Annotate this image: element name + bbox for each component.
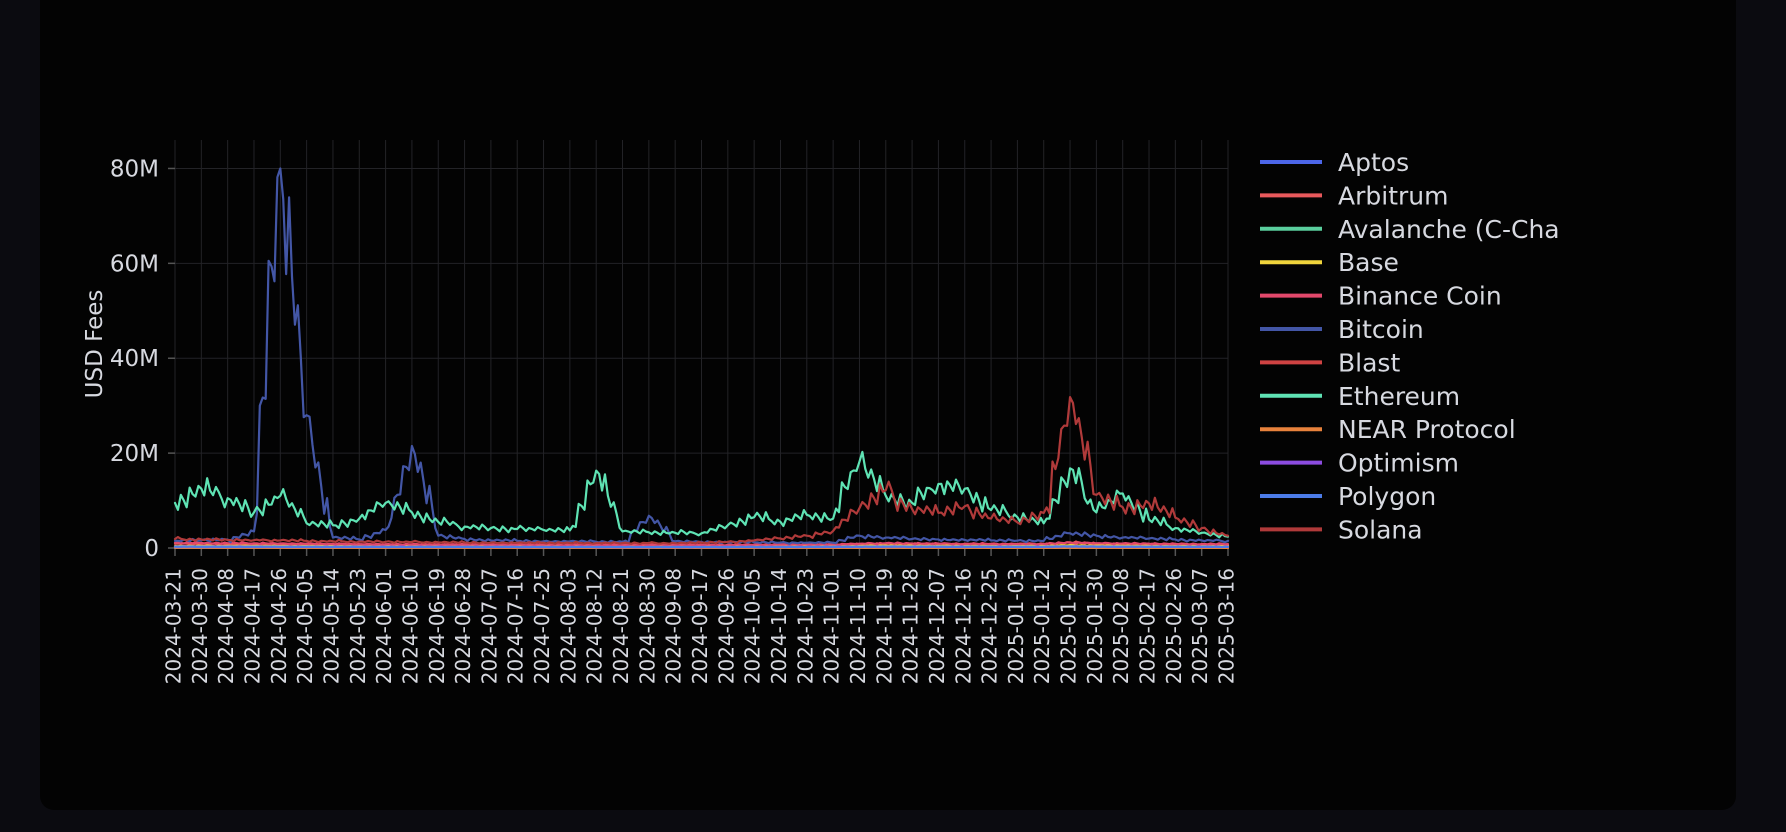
x-tick-label: 2024-12-16 [951, 568, 975, 684]
legend-label: Solana [1338, 515, 1423, 544]
legend-item-arbitrum[interactable]: Arbitrum [1260, 181, 1448, 210]
x-tick-label: 2025-01-21 [1057, 568, 1081, 684]
legend-item-base[interactable]: Base [1260, 248, 1399, 277]
x-tick-label: 2024-08-12 [583, 568, 607, 684]
x-tick-label: 2024-11-10 [846, 568, 870, 684]
y-axis-ticks: 0 20M 40M 60M 80M [110, 156, 175, 562]
legend-item-optimism[interactable]: Optimism [1260, 449, 1459, 478]
legend-item-binance-coin[interactable]: Binance Coin [1260, 282, 1502, 311]
x-tick-label: 2024-09-17 [688, 568, 712, 684]
legend-label: Arbitrum [1338, 181, 1448, 210]
legend-label: Optimism [1338, 449, 1459, 478]
legend-label: Binance Coin [1338, 282, 1502, 311]
x-tick-label: 2024-11-28 [899, 568, 923, 684]
legend-label: Base [1338, 248, 1399, 277]
legend-label: NEAR Protocol [1338, 415, 1516, 444]
legend-item-near-protocol[interactable]: NEAR Protocol [1260, 415, 1516, 444]
x-tick-label: 2024-12-25 [978, 568, 1002, 684]
x-tick-label: 2024-06-10 [398, 568, 422, 684]
x-tick-label: 2024-03-21 [162, 568, 186, 684]
x-tick-label: 2024-08-03 [556, 568, 580, 684]
legend-item-blast[interactable]: Blast [1260, 348, 1400, 377]
x-tick-label: 2024-11-01 [820, 568, 844, 684]
page-root: 0 20M 40M 60M 80M 2024-03-21 2024-03-30 2024-0… [0, 0, 1786, 832]
x-axis-ticks: 2024-03-21 2024-03-30 2024-04-08 2024-04-17… [162, 548, 1239, 684]
legend-item-ethereum[interactable]: Ethereum [1260, 382, 1460, 411]
x-tick-label: 2024-05-05 [293, 568, 317, 684]
x-tick-label: 2025-03-07 [1188, 568, 1212, 684]
x-tick-label: 2024-08-21 [609, 568, 633, 684]
y-tick-label: 80M [110, 156, 159, 182]
x-tick-label: 2024-09-26 [714, 568, 738, 684]
chart-legend[interactable]: Aptos Arbitrum Avalanche (C-Cha Base Binance… [1260, 148, 1560, 544]
legend-item-polygon[interactable]: Polygon [1260, 482, 1436, 511]
x-tick-label: 2024-12-07 [925, 568, 949, 684]
x-tick-label: 2024-09-08 [662, 568, 686, 684]
x-tick-label: 2024-07-25 [530, 568, 554, 684]
x-tick-label: 2024-07-16 [504, 568, 528, 684]
legend-label: Polygon [1338, 482, 1436, 511]
chart-card: 0 20M 40M 60M 80M 2024-03-21 2024-03-30 2024-0… [40, 0, 1736, 810]
legend-label: Ethereum [1338, 382, 1460, 411]
legend-item-aptos[interactable]: Aptos [1260, 148, 1409, 177]
fees-line-chart[interactable]: 020M40M60M80M 2024-03-21 2024-03-30 2024-0… [40, 0, 1736, 810]
gridlines [174, 140, 1229, 549]
series-line-polygon [173, 545, 1230, 549]
x-tick-label: 2025-02-17 [1136, 568, 1160, 684]
legend-label: Avalanche (C-Cha [1338, 215, 1560, 244]
legend-label: Bitcoin [1338, 315, 1424, 344]
x-tick-label: 2025-01-12 [1030, 568, 1054, 684]
x-tick-label: 2024-03-30 [188, 568, 212, 684]
y-tick-label: 0 [144, 536, 159, 562]
x-tick-label: 2024-04-26 [267, 568, 291, 684]
x-tick-label: 2024-10-14 [767, 568, 791, 684]
y-tick-label: 60M [110, 251, 159, 277]
x-tick-label: 2024-07-07 [477, 568, 501, 684]
legend-item-solana[interactable]: Solana [1260, 515, 1423, 544]
x-tick-label: 2024-06-01 [372, 568, 396, 684]
legend-label: Aptos [1338, 148, 1409, 177]
x-tick-label: 2024-06-19 [425, 568, 449, 684]
x-tick-label: 2024-10-05 [741, 568, 765, 684]
y-tick-label: 20M [110, 441, 159, 467]
x-tick-label: 2024-04-08 [214, 568, 238, 684]
x-tick-label: 2025-02-26 [1162, 568, 1186, 684]
legend-item-avalanche-c-cha[interactable]: Avalanche (C-Cha [1260, 215, 1560, 244]
x-tick-label: 2024-06-28 [451, 568, 475, 684]
x-tick-label: 2024-11-19 [872, 568, 896, 684]
legend-label: Blast [1338, 348, 1400, 377]
y-axis-label: USD Fees [82, 290, 108, 399]
x-tick-label: 2024-05-23 [346, 568, 370, 684]
x-tick-label: 2025-03-16 [1215, 568, 1239, 684]
x-tick-label: 2024-05-14 [319, 568, 343, 684]
x-tick-label: 2025-01-30 [1083, 568, 1107, 684]
x-tick-label: 2024-08-30 [635, 568, 659, 684]
legend-item-bitcoin[interactable]: Bitcoin [1260, 315, 1424, 344]
y-tick-label: 40M [110, 346, 159, 372]
x-tick-label: 2025-01-03 [1004, 568, 1028, 684]
x-tick-label: 2025-02-08 [1109, 568, 1133, 684]
x-tick-label: 2024-10-23 [793, 568, 817, 684]
x-tick-label: 2024-04-17 [240, 568, 264, 684]
